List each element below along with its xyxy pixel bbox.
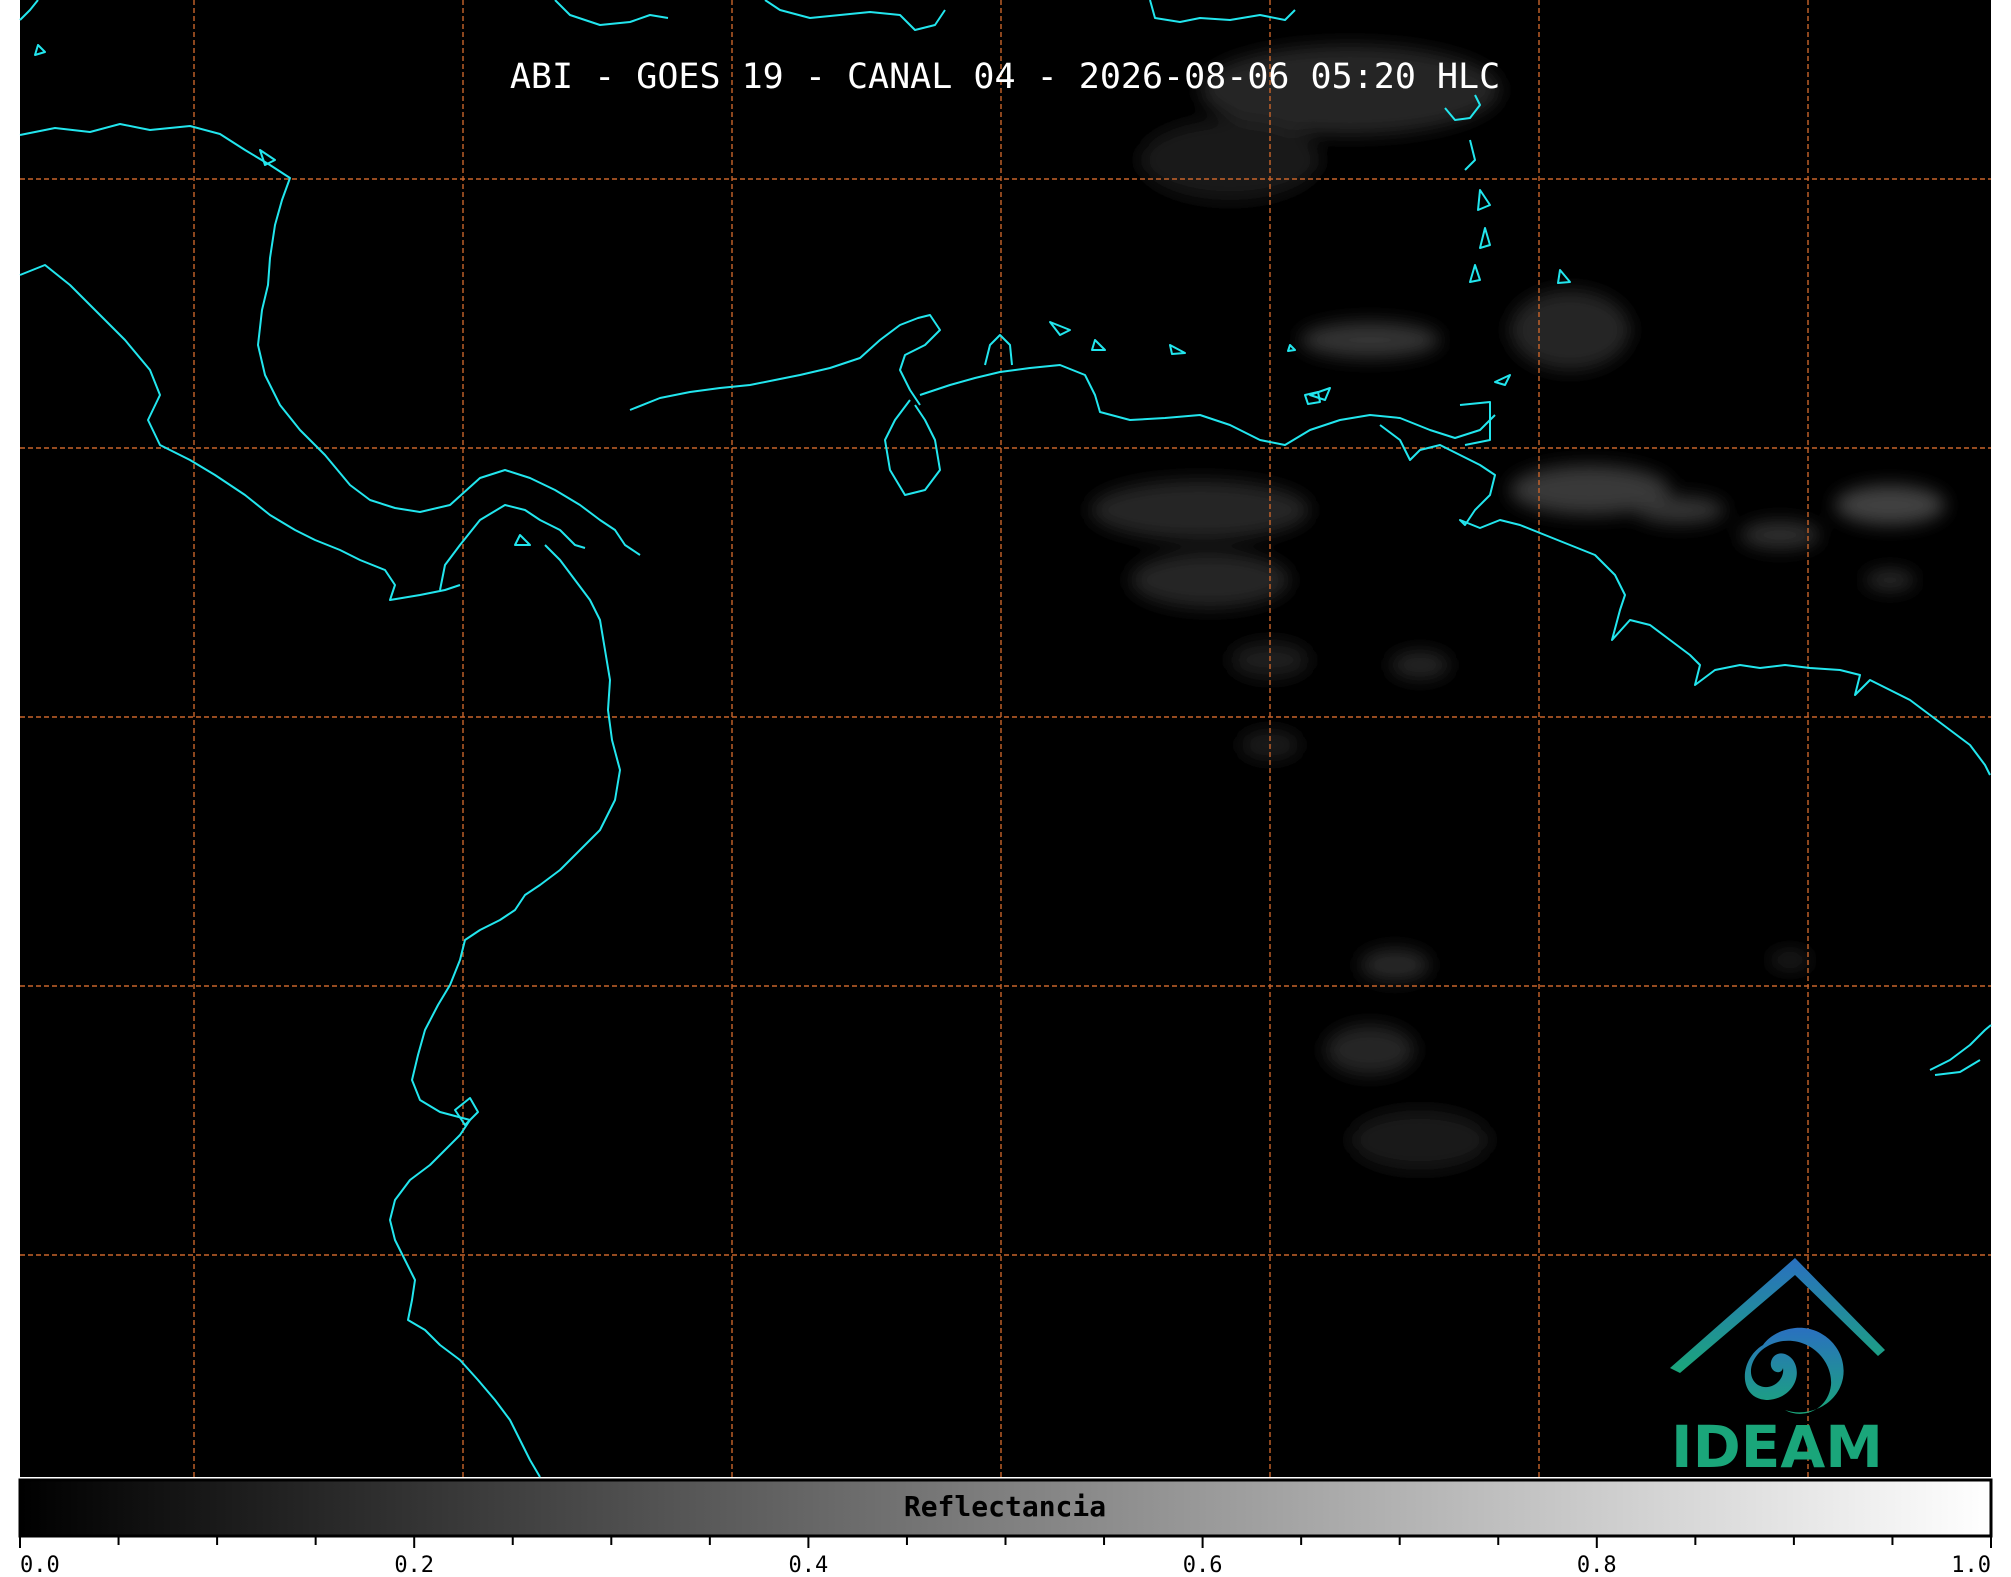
colorbar-tick-label: 0.8 [1577,1553,1617,1577]
colorbar-label: Reflectancia [904,1490,1106,1523]
colorbar-tick-label: 1.0 [1951,1553,1991,1577]
colorbar-tick-label: 0.4 [789,1553,829,1577]
colorbar: Reflectancia 0.0 0.2 0.4 0.6 0.8 1.0 [18,1478,1993,1577]
figure-title: ABI - GOES 19 - CANAL 04 - 2026-08-06 05… [510,57,1500,97]
colorbar-ticks: 0.0 0.2 0.4 0.6 0.8 1.0 [19,1536,1992,1577]
logo-text: IDEAM [1671,1413,1883,1481]
colorbar-tick-label: 0.0 [20,1553,60,1577]
map-panel [19,0,1992,1478]
colorbar-tick-label: 0.2 [394,1553,434,1577]
satellite-figure: ABI - GOES 19 - CANAL 04 - 2026-08-06 05… [18,0,1993,1577]
colorbar-tick-label: 0.6 [1183,1553,1223,1577]
